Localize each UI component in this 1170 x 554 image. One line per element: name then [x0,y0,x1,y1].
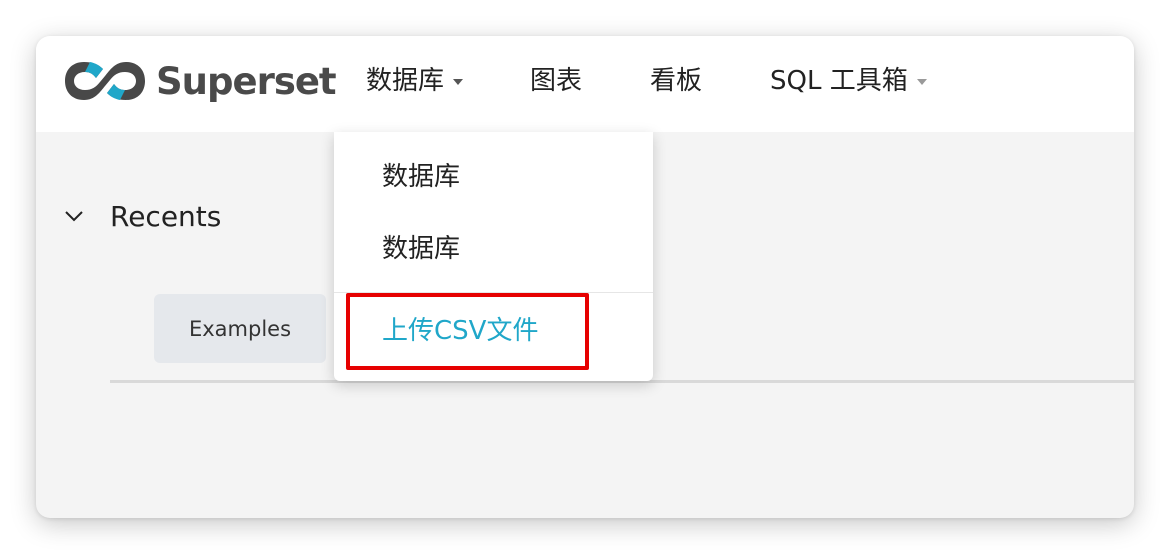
menu-item-databases[interactable]: 数据库 [382,156,460,193]
nav-item-database[interactable]: 数据库 [366,64,464,98]
brand-name: Superset [156,59,337,103]
top-navbar: Superset 数据库 图表 看板 SQL 工具箱 [36,36,1134,132]
nav-item-dashboards[interactable]: 看板 [650,64,702,98]
recents-title: Recents [110,199,222,233]
menu-item-databases-2[interactable]: 数据库 [382,228,460,265]
chevron-down-icon [65,211,83,222]
nav-item-label: 看板 [650,66,703,96]
app-window: Superset 数据库 图表 看板 SQL 工具箱 Recents Examp… [36,36,1134,518]
database-dropdown-menu: 数据库 数据库 上传CSV文件 [334,132,653,381]
superset-logo[interactable]: Superset [62,58,337,104]
caret-down-icon [453,79,464,85]
annotation-highlight-box [346,293,589,370]
recents-header[interactable]: Recents [62,196,221,236]
tab-examples[interactable]: Examples [154,294,326,363]
nav-item-label: 数据库 [366,66,445,96]
superset-logo-icon [65,62,145,100]
nav-item-charts[interactable]: 图表 [530,64,582,98]
nav-item-sql-lab[interactable]: SQL 工具箱 [770,64,927,98]
nav-item-label: 图表 [530,66,583,96]
tab-label: Examples [188,316,292,341]
caret-down-icon [916,79,927,85]
nav-item-label: SQL 工具箱 [770,66,908,96]
